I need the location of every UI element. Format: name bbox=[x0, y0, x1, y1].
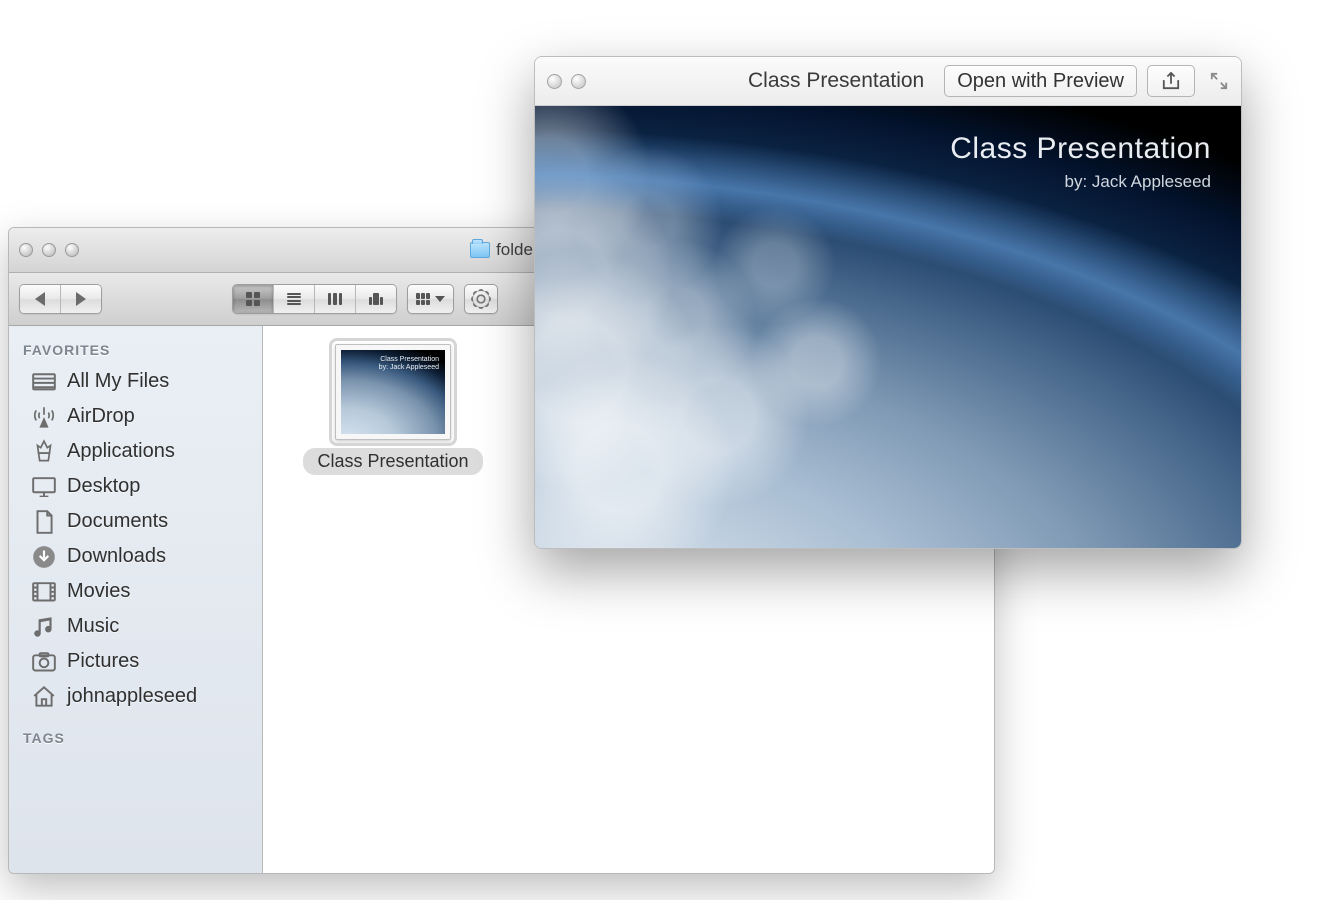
applications-icon bbox=[31, 441, 57, 463]
gear-icon bbox=[473, 291, 489, 307]
finder-traffic-lights bbox=[19, 243, 79, 257]
sidebar-item-airdrop[interactable]: AirDrop bbox=[9, 399, 262, 434]
sidebar-heading-favorites: FAVORITES bbox=[9, 336, 262, 364]
columns-icon bbox=[328, 293, 342, 305]
nav-back-forward bbox=[19, 284, 102, 314]
home-icon bbox=[31, 686, 57, 708]
quicklook-titlebar[interactable]: Class Presentation Open with Preview bbox=[535, 57, 1241, 106]
sidebar-item-label: Applications bbox=[67, 440, 175, 463]
sidebar-item-desktop[interactable]: Desktop bbox=[9, 469, 262, 504]
view-icon-grid[interactable] bbox=[233, 285, 273, 313]
minimize-button[interactable] bbox=[42, 243, 56, 257]
documents-icon bbox=[31, 511, 57, 533]
music-icon bbox=[31, 616, 57, 638]
open-with-label: Open with Preview bbox=[957, 70, 1124, 93]
file-label[interactable]: Class Presentation bbox=[303, 448, 482, 475]
quicklook-preview: Class Presentation by: Jack Appleseed bbox=[535, 106, 1241, 548]
zoom-button[interactable] bbox=[65, 243, 79, 257]
view-icon-list[interactable] bbox=[273, 285, 314, 313]
pictures-icon bbox=[31, 651, 57, 673]
airdrop-icon bbox=[31, 406, 57, 428]
sidebar-heading-tags: TAGS bbox=[9, 724, 262, 752]
folder-icon bbox=[470, 242, 490, 258]
view-icon-columns[interactable] bbox=[314, 285, 355, 313]
close-button[interactable] bbox=[19, 243, 33, 257]
arrange-icon bbox=[416, 293, 430, 305]
finder-sidebar: FAVORITES All My Files AirDrop Applicati… bbox=[9, 326, 263, 873]
chevron-down-icon bbox=[435, 296, 445, 302]
sidebar-item-downloads[interactable]: Downloads bbox=[9, 539, 262, 574]
sidebar-item-all-my-files[interactable]: All My Files bbox=[9, 364, 262, 399]
file-item[interactable]: Class Presentation by: Jack Appleseed Cl… bbox=[293, 344, 493, 475]
sidebar-item-label: AirDrop bbox=[67, 405, 135, 428]
sidebar-item-applications[interactable]: Applications bbox=[9, 434, 262, 469]
back-button[interactable] bbox=[20, 285, 60, 313]
sidebar-item-label: Downloads bbox=[67, 545, 166, 568]
chevron-right-icon bbox=[76, 292, 86, 306]
fullscreen-icon bbox=[1210, 72, 1228, 90]
close-button[interactable] bbox=[547, 74, 562, 89]
sidebar-item-label: Pictures bbox=[67, 650, 139, 673]
quicklook-traffic-lights bbox=[547, 74, 586, 89]
sidebar-item-label: Desktop bbox=[67, 475, 140, 498]
arrange-menu-button[interactable] bbox=[407, 284, 454, 314]
quicklook-title: Class Presentation bbox=[748, 69, 924, 93]
finder-title-text: folde bbox=[496, 240, 533, 260]
file-thumbnail: Class Presentation by: Jack Appleseed bbox=[335, 344, 451, 440]
sidebar-item-label: Movies bbox=[67, 580, 130, 603]
all-my-files-icon bbox=[31, 371, 57, 393]
share-button[interactable] bbox=[1147, 65, 1195, 97]
view-mode-segmented bbox=[232, 284, 397, 314]
view-icon-coverflow[interactable] bbox=[355, 285, 396, 313]
sidebar-item-pictures[interactable]: Pictures bbox=[9, 644, 262, 679]
slide-byline: by: Jack Appleseed bbox=[950, 172, 1211, 192]
slide-title-block: Class Presentation by: Jack Appleseed bbox=[950, 132, 1211, 192]
sidebar-item-movies[interactable]: Movies bbox=[9, 574, 262, 609]
desktop-icon bbox=[31, 476, 57, 498]
downloads-icon bbox=[31, 546, 57, 568]
thumbnail-slide-text: Class Presentation by: Jack Appleseed bbox=[379, 356, 439, 373]
fullscreen-button[interactable] bbox=[1209, 71, 1229, 91]
grid-icon bbox=[246, 292, 260, 306]
sidebar-item-documents[interactable]: Documents bbox=[9, 504, 262, 539]
open-with-preview-button[interactable]: Open with Preview bbox=[944, 65, 1137, 97]
sidebar-item-label: All My Files bbox=[67, 370, 169, 393]
sidebar-item-label: Documents bbox=[67, 510, 168, 533]
list-icon bbox=[287, 293, 301, 305]
zoom-button[interactable] bbox=[571, 74, 586, 89]
chevron-left-icon bbox=[35, 292, 45, 306]
coverflow-icon bbox=[369, 293, 383, 305]
sidebar-item-label: johnappleseed bbox=[67, 685, 197, 708]
share-icon bbox=[1160, 72, 1182, 90]
sidebar-item-music[interactable]: Music bbox=[9, 609, 262, 644]
quicklook-window: Class Presentation Open with Preview Cla… bbox=[534, 56, 1242, 549]
slide-title: Class Presentation bbox=[950, 132, 1211, 166]
forward-button[interactable] bbox=[60, 285, 101, 313]
movies-icon bbox=[31, 581, 57, 603]
sidebar-item-home[interactable]: johnappleseed bbox=[9, 679, 262, 714]
sidebar-item-label: Music bbox=[67, 615, 119, 638]
action-menu-button[interactable] bbox=[464, 284, 498, 314]
